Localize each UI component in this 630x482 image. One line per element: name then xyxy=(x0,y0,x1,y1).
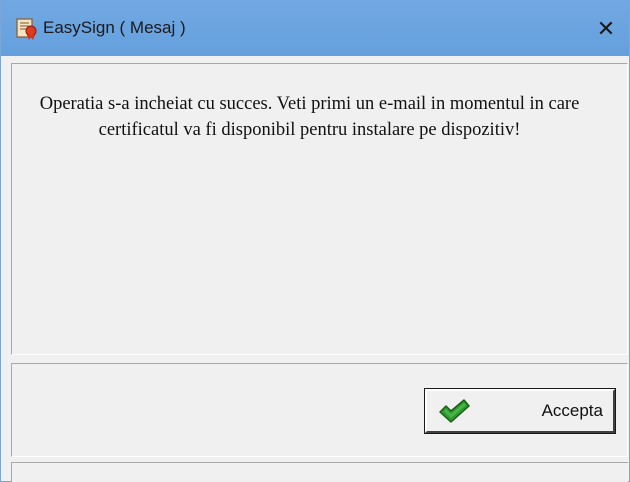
accept-button[interactable]: Accepta xyxy=(424,388,616,434)
close-icon: ✕ xyxy=(596,17,616,42)
green-checkmark-icon xyxy=(437,398,471,424)
message-text: Operatia s-a incheiat cu succes. Veti pr… xyxy=(39,94,580,140)
certificate-ribbon-icon xyxy=(15,17,39,41)
window-title: EasySign ( Mesaj ) xyxy=(43,18,186,37)
accept-button-label: Accepta xyxy=(541,401,603,420)
dialog-window: EasySign ( Mesaj ) ✕ Operatia s-a inchei… xyxy=(0,0,630,482)
close-button[interactable]: ✕ xyxy=(583,8,629,52)
bottom-strip xyxy=(11,462,628,482)
title-bar[interactable]: EasySign ( Mesaj ) ✕ xyxy=(1,0,629,56)
